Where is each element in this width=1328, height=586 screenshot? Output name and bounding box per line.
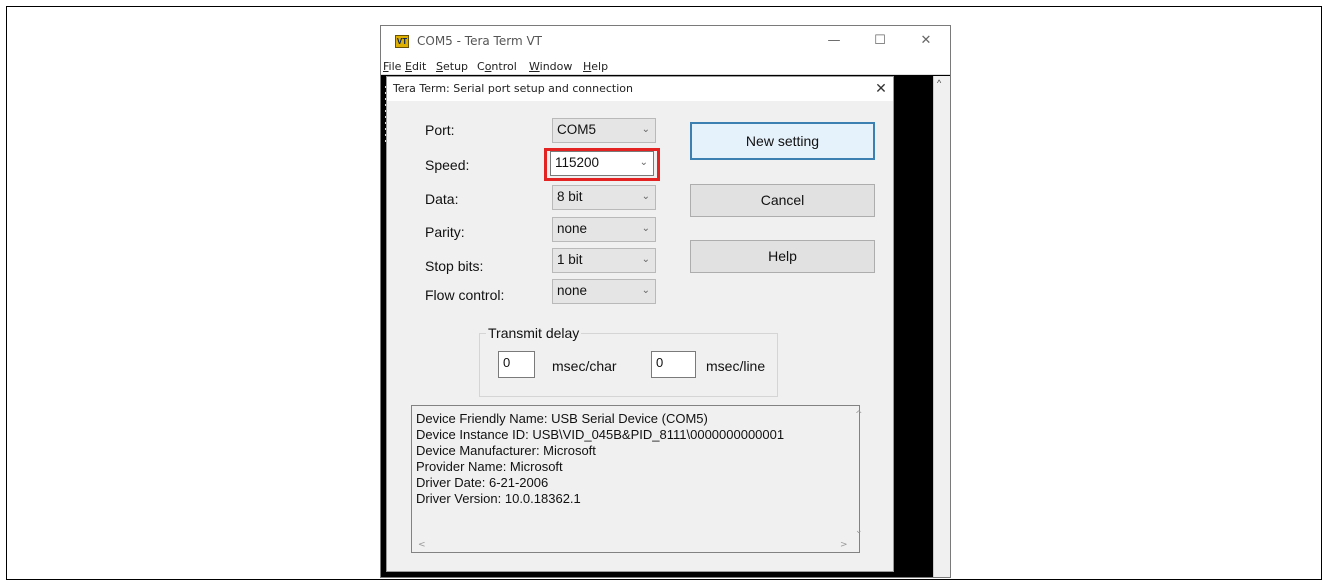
menu-window[interactable]: Window xyxy=(529,60,572,73)
scroll-right-icon[interactable]: > xyxy=(840,540,848,550)
device-info-line: Device Manufacturer: Microsoft xyxy=(416,443,596,458)
data-value: 8 bit xyxy=(557,189,583,204)
device-info-line: Provider Name: Microsoft xyxy=(416,459,563,474)
new-setting-button[interactable]: New setting xyxy=(690,122,875,160)
dialog-titlebar: Tera Term: Serial port setup and connect… xyxy=(387,77,893,101)
serial-port-dialog: Tera Term: Serial port setup and connect… xyxy=(386,76,894,572)
dialog-close-button[interactable]: ✕ xyxy=(871,79,891,99)
device-info-box[interactable]: Device Friendly Name: USB Serial Device … xyxy=(411,405,863,553)
chevron-down-icon: ⌄ xyxy=(641,223,650,234)
device-info-line: Driver Date: 6-21-2006 xyxy=(416,475,549,490)
port-label: Port: xyxy=(425,122,455,138)
window-titlebar: VT COM5 - Tera Term VT — ☐ ✕ xyxy=(381,26,950,58)
data-select[interactable]: 8 bit ⌄ xyxy=(552,185,656,210)
stop-bits-label: Stop bits: xyxy=(425,258,484,274)
scroll-up-icon[interactable]: ^ xyxy=(937,78,941,88)
device-info-line: Device Friendly Name: USB Serial Device … xyxy=(416,411,708,426)
minimize-button[interactable]: — xyxy=(811,28,857,54)
msec-per-line-input[interactable]: 0 xyxy=(651,351,696,378)
menu-setup[interactable]: Setup xyxy=(436,60,468,73)
maximize-button[interactable]: ☐ xyxy=(857,28,903,54)
device-info-line: Driver Version: 10.0.18362.1 xyxy=(416,491,581,506)
app-icon: VT xyxy=(395,35,409,48)
menu-file[interactable]: File xyxy=(383,60,401,73)
terminal-scrollbar[interactable]: ^ xyxy=(933,76,950,577)
parity-select[interactable]: none ⌄ xyxy=(552,217,656,242)
port-select[interactable]: COM5 ⌄ xyxy=(552,118,656,143)
chevron-down-icon: ⌄ xyxy=(641,285,650,296)
cancel-button[interactable]: Cancel xyxy=(690,184,875,217)
msec-per-char-input[interactable]: 0 xyxy=(498,351,535,378)
parity-value: none xyxy=(557,221,588,236)
chevron-down-icon: ⌄ xyxy=(641,191,650,202)
port-value: COM5 xyxy=(557,122,597,137)
chevron-down-icon: ⌄ xyxy=(641,254,650,265)
flow-control-label: Flow control: xyxy=(425,287,505,303)
flow-control-value: none xyxy=(557,283,588,298)
stop-bits-value: 1 bit xyxy=(557,252,583,267)
help-button[interactable]: Help xyxy=(690,240,875,273)
window-title: COM5 - Tera Term VT xyxy=(417,34,542,48)
stop-bits-select[interactable]: 1 bit ⌄ xyxy=(552,248,656,273)
speed-highlight xyxy=(544,148,660,181)
device-info-line: Device Instance ID: USB\VID_045B&PID_811… xyxy=(416,427,785,442)
scroll-left-icon[interactable]: < xyxy=(418,540,426,550)
scroll-up-icon[interactable]: ^ xyxy=(855,410,863,420)
data-label: Data: xyxy=(425,191,459,207)
menu-edit[interactable]: Edit xyxy=(405,60,426,73)
speed-label: Speed: xyxy=(425,157,470,173)
msec-per-char-label: msec/char xyxy=(552,358,617,374)
scroll-down-icon[interactable]: ⌄ xyxy=(855,526,863,536)
chevron-down-icon: ⌄ xyxy=(641,124,650,135)
parity-label: Parity: xyxy=(425,224,465,240)
transmit-delay-legend: Transmit delay xyxy=(486,325,582,341)
close-button[interactable]: ✕ xyxy=(903,28,949,54)
dialog-title: Tera Term: Serial port setup and connect… xyxy=(393,82,633,95)
menu-bar: File Edit Setup Control Window Help xyxy=(381,58,950,75)
msec-per-line-label: msec/line xyxy=(706,358,766,374)
menu-control[interactable]: Control xyxy=(477,60,517,73)
menu-help[interactable]: Help xyxy=(583,60,608,73)
flow-control-select[interactable]: none ⌄ xyxy=(552,279,656,304)
